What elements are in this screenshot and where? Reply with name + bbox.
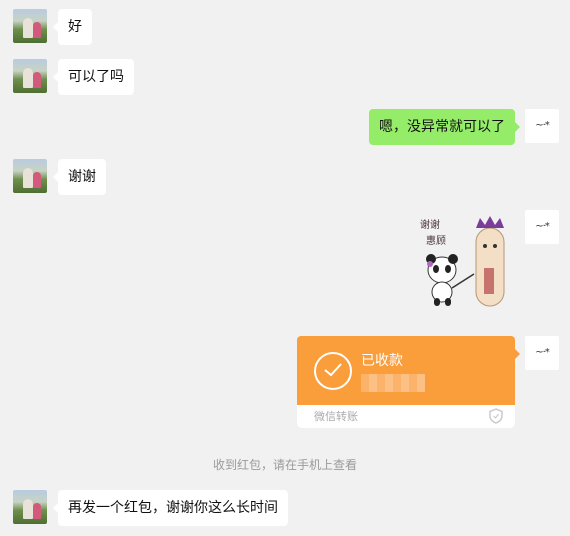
message-text: 谢谢 bbox=[68, 169, 96, 185]
message-text: 好 bbox=[68, 19, 82, 35]
self-avatar[interactable]: ~·* bbox=[525, 109, 559, 143]
system-notice: 收到红包，请在手机上查看 bbox=[212, 458, 357, 472]
avatar-person bbox=[33, 22, 41, 38]
message-bubble[interactable]: 好 bbox=[53, 9, 92, 45]
message-bubble[interactable]: 可以了吗 bbox=[53, 59, 134, 95]
avatar-person bbox=[33, 503, 41, 519]
avatar-person bbox=[23, 499, 33, 519]
self-avatar-glyph: ~·* bbox=[535, 347, 550, 358]
avatar-person bbox=[33, 172, 41, 188]
check-icon bbox=[324, 363, 342, 377]
message-bubble[interactable]: 再发一个红包，谢谢你这么长时间 bbox=[53, 490, 288, 526]
transfer-status: 已收款 bbox=[361, 353, 403, 369]
avatar-person bbox=[23, 68, 33, 88]
transfer-label: 微信转账 bbox=[314, 410, 358, 423]
transfer-amount-blurred bbox=[361, 374, 425, 392]
panda-sticker-icon: 谢谢 惠顾 bbox=[420, 216, 505, 307]
message-text: 嗯，没异常就可以了 bbox=[379, 119, 505, 135]
avatar-person bbox=[33, 72, 41, 88]
message-text: 再发一个红包，谢谢你这么长时间 bbox=[68, 500, 278, 516]
self-avatar[interactable]: ~·* bbox=[525, 210, 559, 244]
contact-avatar[interactable] bbox=[13, 159, 47, 193]
message-bubble[interactable]: 谢谢 bbox=[53, 159, 106, 195]
check-circle-icon bbox=[314, 352, 352, 390]
self-avatar-glyph: ~·* bbox=[535, 120, 550, 131]
contact-avatar[interactable] bbox=[13, 59, 47, 93]
transfer-bubble-tail bbox=[515, 349, 520, 359]
transfer-card[interactable]: 已收款 微信转账 bbox=[297, 336, 515, 428]
contact-avatar[interactable] bbox=[13, 9, 47, 43]
sticker-text-line1: 谢谢 bbox=[420, 218, 440, 231]
self-avatar[interactable]: ~·* bbox=[525, 336, 559, 370]
message-bubble-outgoing[interactable]: 嗯，没异常就可以了 bbox=[369, 109, 520, 145]
contact-avatar[interactable] bbox=[13, 490, 47, 524]
transfer-footer: 微信转账 bbox=[297, 405, 515, 428]
sticker-image[interactable]: 谢谢 惠顾 bbox=[416, 212, 512, 312]
avatar-person bbox=[23, 168, 33, 188]
message-text: 可以了吗 bbox=[68, 69, 124, 85]
sticker-text-line2: 惠顾 bbox=[426, 234, 446, 247]
avatar-person bbox=[23, 18, 33, 38]
shield-icon bbox=[489, 408, 503, 424]
self-avatar-glyph: ~·* bbox=[535, 221, 550, 232]
